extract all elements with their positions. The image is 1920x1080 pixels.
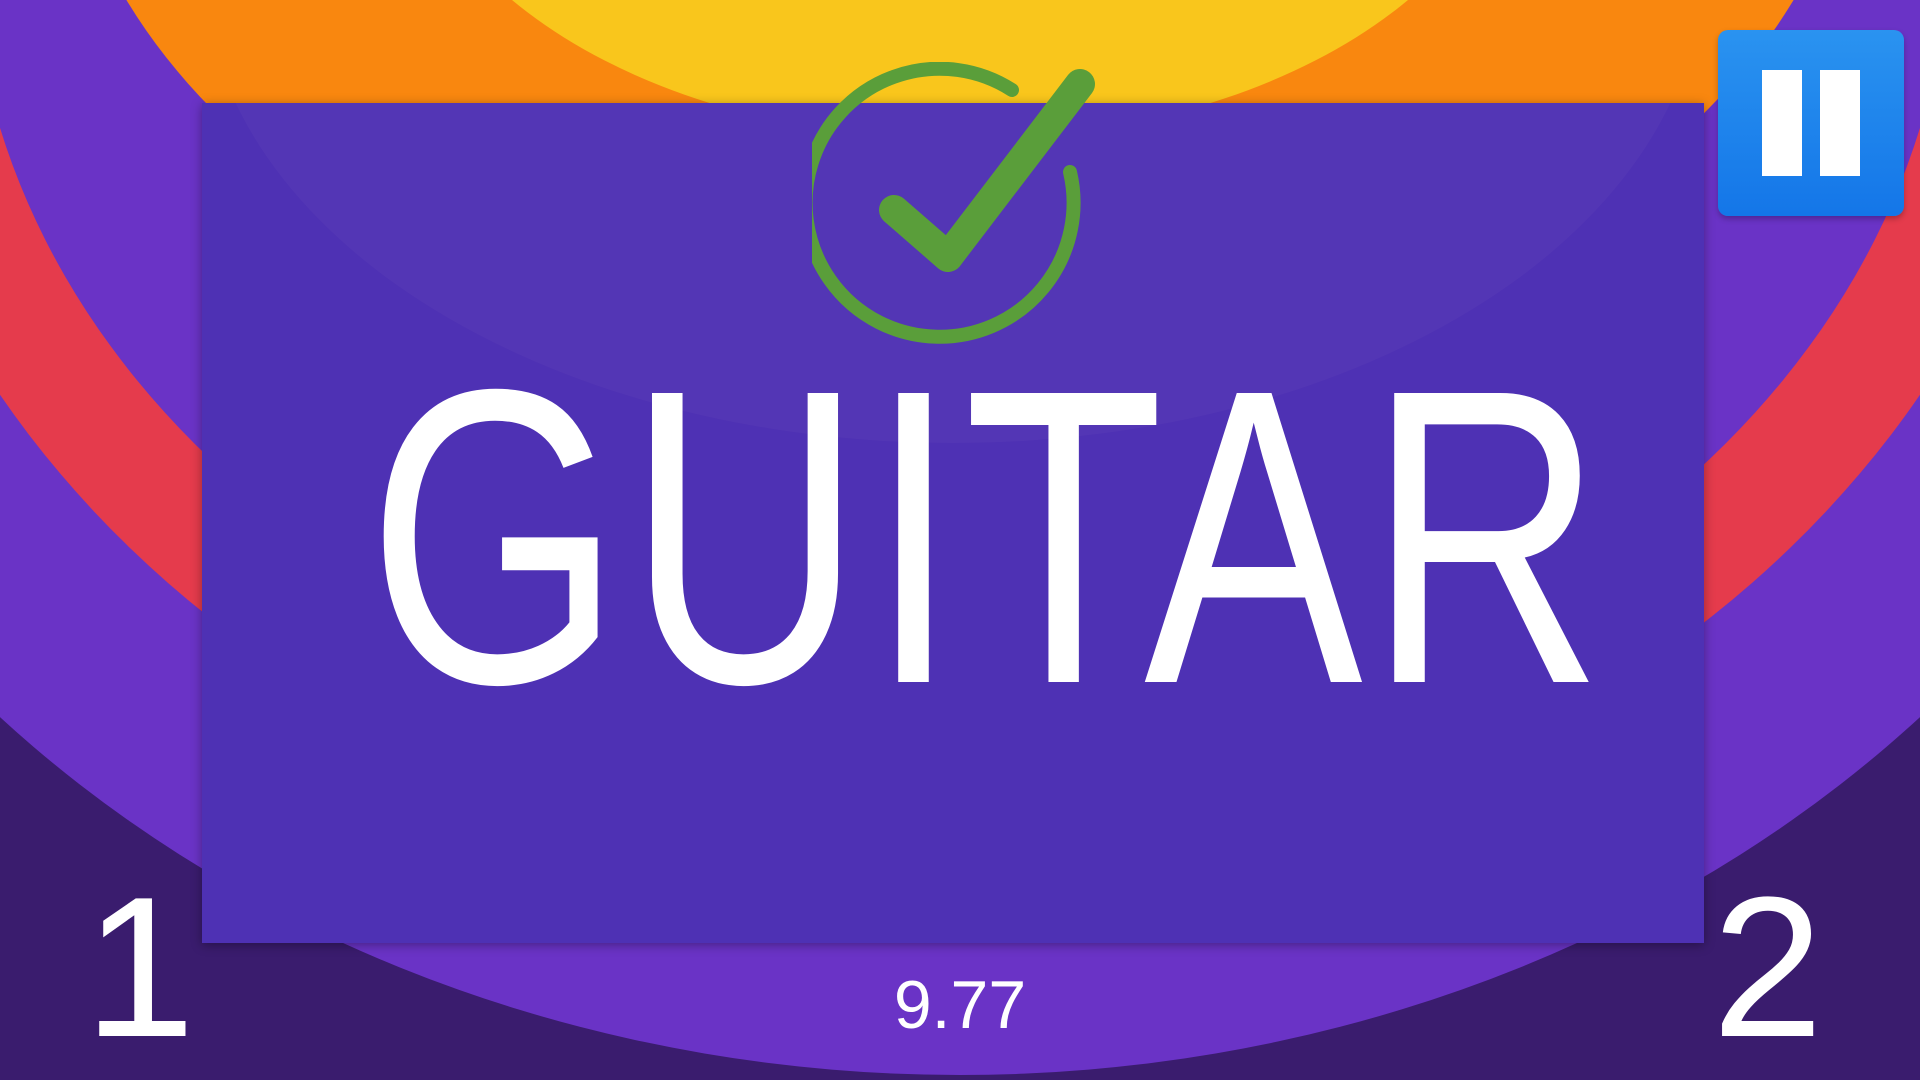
pause-bar-left (1762, 70, 1802, 176)
pause-button[interactable] (1718, 30, 1904, 216)
round-timer: 9.77 (893, 967, 1027, 1043)
current-word: GUITAR (367, 303, 1609, 772)
correct-check-icon (798, 61, 1112, 362)
pause-bar-right (1820, 70, 1860, 176)
game-screen: GUITAR 1 2 9.77 (0, 0, 1920, 1080)
